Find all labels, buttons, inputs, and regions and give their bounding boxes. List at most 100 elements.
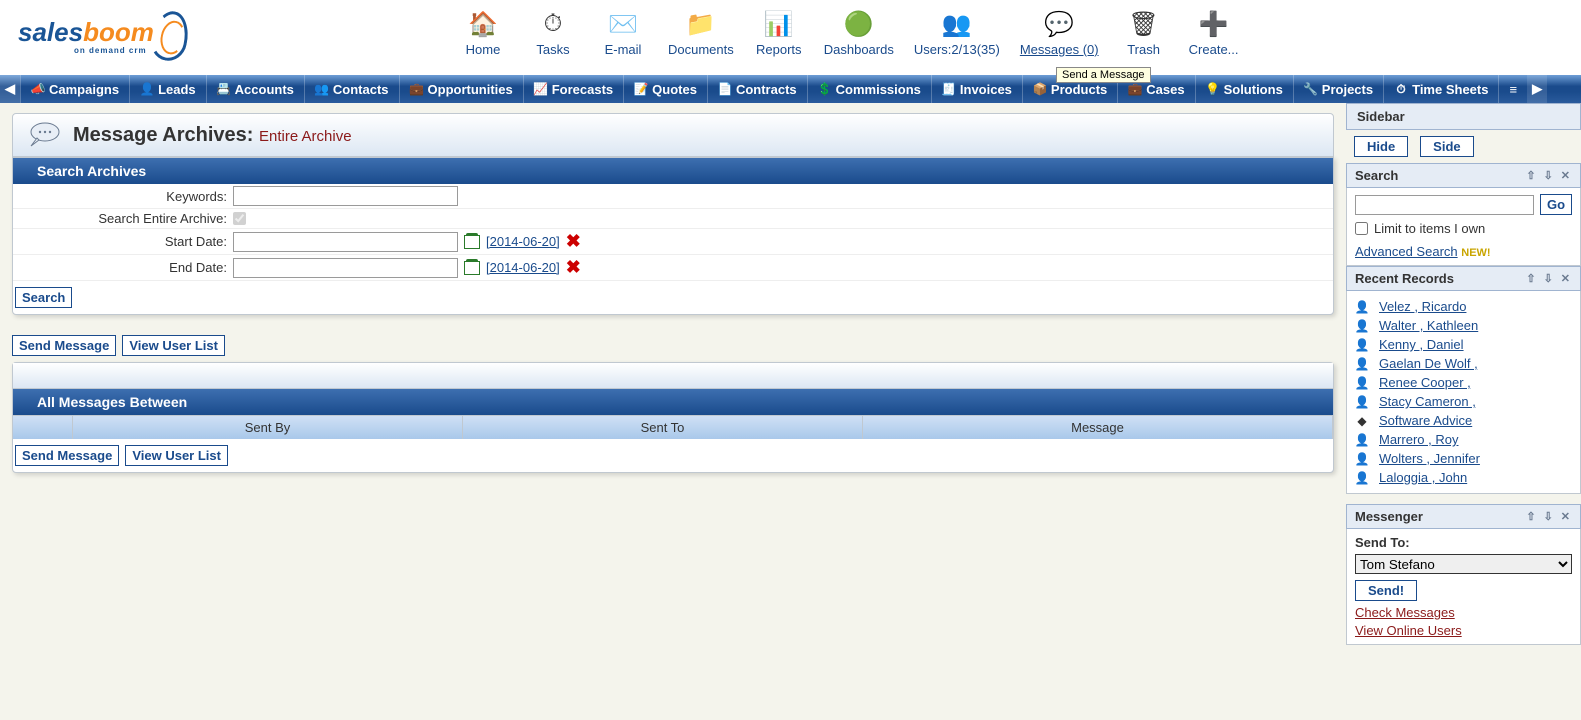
pin-icon[interactable]: ⇩	[1542, 510, 1555, 523]
side-button[interactable]: Side	[1420, 136, 1473, 157]
accounts-icon: 📇	[217, 82, 231, 96]
collapse-icon[interactable]: ⇧	[1524, 510, 1537, 523]
recent-record-link[interactable]: Laloggia , John	[1379, 470, 1467, 485]
top-home[interactable]: 🏠Home	[458, 8, 508, 57]
top-reports[interactable]: 📊Reports	[754, 8, 804, 57]
nav-contacts[interactable]: 👥Contacts	[304, 75, 399, 103]
nav-solutions[interactable]: 💡Solutions	[1195, 75, 1293, 103]
forecasts-icon: 📈	[534, 82, 548, 96]
check-messages-link[interactable]: Check Messages	[1355, 605, 1572, 620]
nav-left-arrow[interactable]: ◀	[0, 75, 20, 103]
nav-right-arrow[interactable]: ▶	[1527, 75, 1547, 103]
top-users[interactable]: 👥Users:2/13(35)	[914, 8, 1000, 57]
search-button[interactable]: Search	[15, 287, 72, 308]
calendar-icon[interactable]	[464, 235, 480, 249]
col-sent-to[interactable]: Sent To	[463, 416, 863, 439]
recent-record-item[interactable]: 👤Wolters , Jennifer	[1355, 449, 1572, 468]
recent-record-link[interactable]: Walter , Kathleen	[1379, 318, 1478, 333]
nav-accounts[interactable]: 📇Accounts	[206, 75, 304, 103]
send-button[interactable]: Send!	[1355, 580, 1417, 601]
trash-icon: 🗑	[1128, 8, 1160, 40]
view-user-list-button-2[interactable]: View User List	[125, 445, 228, 466]
recent-record-link[interactable]: Velez , Ricardo	[1379, 299, 1466, 314]
clear-start-date-icon[interactable]: ✖	[566, 231, 581, 252]
collapse-icon[interactable]: ⇧	[1524, 272, 1537, 285]
recent-record-item[interactable]: ◆Software Advice	[1355, 411, 1572, 430]
recent-record-item[interactable]: 👤Stacy Cameron ,	[1355, 392, 1572, 411]
recent-record-link[interactable]: Software Advice	[1379, 413, 1472, 428]
sidebar-search-input[interactable]	[1355, 195, 1534, 215]
calendar-icon[interactable]	[464, 261, 480, 275]
recent-record-item[interactable]: 👤Velez , Ricardo	[1355, 297, 1572, 316]
go-button[interactable]: Go	[1540, 194, 1572, 215]
page-title: Message Archives:	[73, 124, 253, 146]
recent-record-link[interactable]: Marrero , Roy	[1379, 432, 1458, 447]
clear-end-date-icon[interactable]: ✖	[566, 257, 581, 278]
recent-record-item[interactable]: 👤 Renee Cooper ,	[1355, 373, 1572, 392]
start-date-input[interactable]	[233, 232, 458, 252]
nav-forecasts[interactable]: 📈Forecasts	[523, 75, 623, 103]
view-online-users-link[interactable]: View Online Users	[1355, 623, 1572, 638]
top-create[interactable]: ➕Create...	[1189, 8, 1239, 57]
recent-record-link[interactable]: Stacy Cameron ,	[1379, 394, 1476, 409]
top-messages[interactable]: 💬Messages (0)	[1020, 8, 1099, 57]
start-date-link[interactable]: [2014-06-20]	[486, 234, 560, 249]
keywords-input[interactable]	[233, 186, 458, 206]
end-date-input[interactable]	[233, 258, 458, 278]
top-email[interactable]: ✉️E-mail	[598, 8, 648, 57]
recent-record-item[interactable]: 👤Kenny , Daniel	[1355, 335, 1572, 354]
create-icon: ➕	[1198, 8, 1230, 40]
send-message-button[interactable]: Send Message	[12, 335, 116, 356]
view-user-list-button[interactable]: View User List	[122, 335, 225, 356]
close-icon[interactable]: ✕	[1559, 272, 1572, 285]
all-messages-title: All Messages Between	[13, 389, 1333, 415]
top-dashboards[interactable]: 🟢Dashboards	[824, 8, 894, 57]
end-date-link[interactable]: [2014-06-20]	[486, 260, 560, 275]
products-icon: 📦	[1033, 82, 1047, 96]
send-to-select[interactable]: Tom Stefano	[1355, 554, 1572, 574]
leads-icon: 👤	[140, 82, 154, 96]
advanced-search-link[interactable]: Advanced Search	[1355, 244, 1458, 259]
nav-invoices[interactable]: 🧾Invoices	[931, 75, 1022, 103]
messages-icon: 💬	[1043, 8, 1075, 40]
pin-icon[interactable]: ⇩	[1542, 272, 1555, 285]
hide-button[interactable]: Hide	[1354, 136, 1408, 157]
page-subtitle: Entire Archive	[259, 128, 352, 145]
logo-part2: boom	[83, 17, 154, 47]
top-header: salesboom on demand crm 🏠Home ⏱Tasks ✉️E…	[0, 0, 1581, 75]
recent-record-item[interactable]: 👤Laloggia , John	[1355, 468, 1572, 487]
nav-quotes[interactable]: 📝Quotes	[623, 75, 707, 103]
nav-time-sheets[interactable]: ⏱Time Sheets	[1383, 75, 1498, 103]
top-trash[interactable]: 🗑Trash	[1119, 8, 1169, 57]
pin-icon[interactable]: ⇩	[1542, 169, 1555, 182]
recent-record-link[interactable]: Wolters , Jennifer	[1379, 451, 1480, 466]
entire-archive-checkbox[interactable]	[233, 212, 246, 225]
nav-more[interactable]: ≡	[1498, 75, 1527, 103]
recent-record-link[interactable]: Gaelan De Wolf ,	[1379, 356, 1478, 371]
col-sent-by[interactable]: Sent By	[73, 416, 463, 439]
close-icon[interactable]: ✕	[1559, 510, 1572, 523]
recent-record-item[interactable]: 👤Gaelan De Wolf ,	[1355, 354, 1572, 373]
nav-opportunities[interactable]: 💼Opportunities	[399, 75, 523, 103]
nav-projects[interactable]: 🔧Projects	[1293, 75, 1383, 103]
top-tasks[interactable]: ⏱Tasks	[528, 8, 578, 57]
col-message[interactable]: Message	[863, 416, 1333, 439]
person-icon: 👤	[1355, 376, 1369, 390]
nav-commissions[interactable]: 💲Commissions	[807, 75, 931, 103]
person-icon: 👤	[1355, 433, 1369, 447]
limit-items-checkbox[interactable]	[1355, 222, 1368, 235]
person-icon: 👤	[1355, 319, 1369, 333]
nav-contracts[interactable]: 📄Contracts	[707, 75, 807, 103]
send-message-button-2[interactable]: Send Message	[15, 445, 119, 466]
recent-record-item[interactable]: 👤 Marrero , Roy	[1355, 430, 1572, 449]
recent-record-link[interactable]: Kenny , Daniel	[1379, 337, 1464, 352]
close-icon[interactable]: ✕	[1559, 169, 1572, 182]
messenger-title: Messenger	[1355, 509, 1423, 524]
recent-record-item[interactable]: 👤 Walter , Kathleen	[1355, 316, 1572, 335]
recent-record-link[interactable]: Renee Cooper ,	[1379, 375, 1471, 390]
collapse-icon[interactable]: ⇧	[1524, 169, 1537, 182]
logo[interactable]: salesboom on demand crm	[18, 8, 188, 63]
nav-leads[interactable]: 👤Leads	[129, 75, 206, 103]
top-documents[interactable]: 📁Documents	[668, 8, 734, 57]
nav-campaigns[interactable]: 📣Campaigns	[20, 75, 129, 103]
